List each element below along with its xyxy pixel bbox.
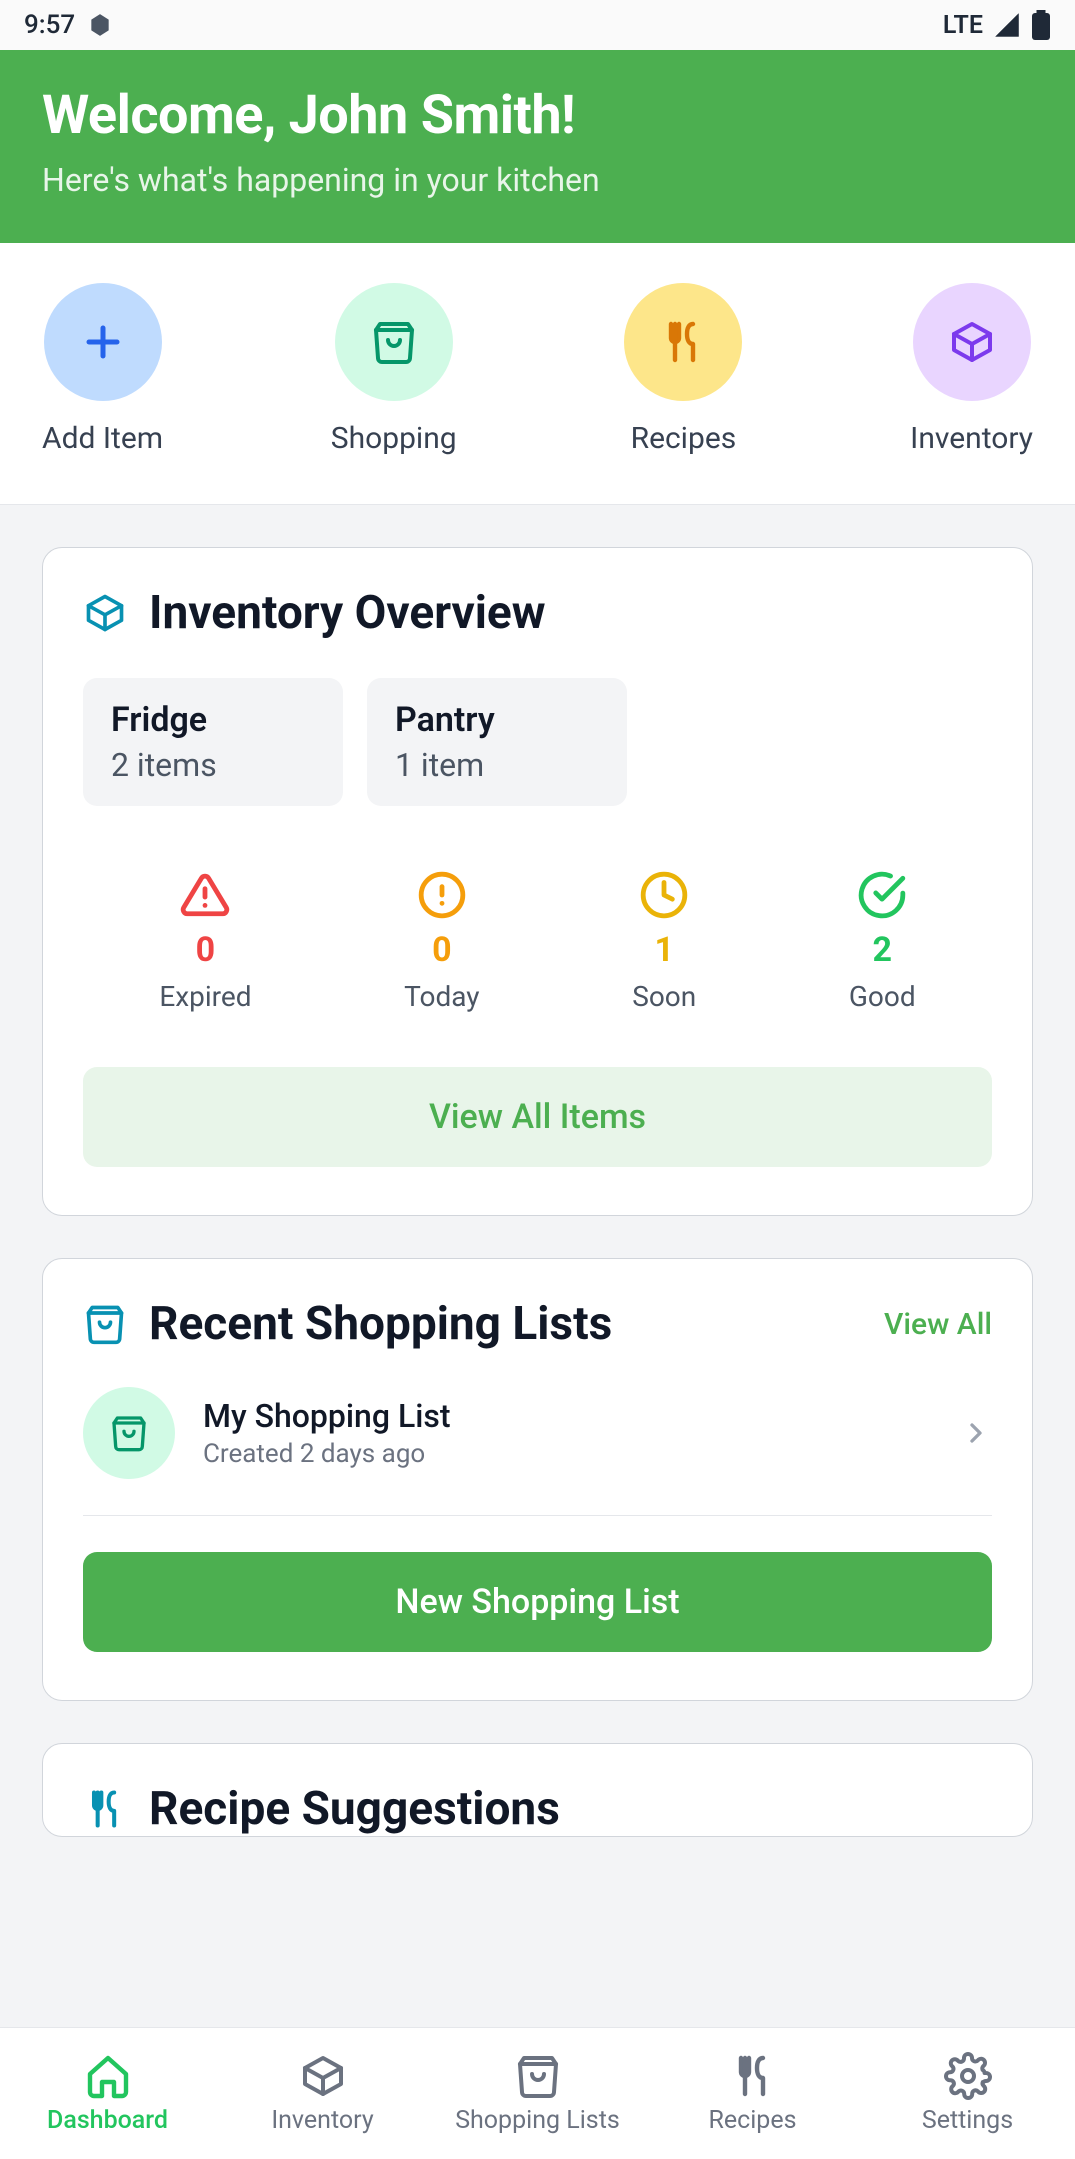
welcome-title: Welcome, John Smith! [42, 84, 1033, 147]
stat-value: 0 [432, 930, 452, 970]
dashboard-header: Welcome, John Smith! Here's what's happe… [0, 50, 1075, 243]
plus-icon [44, 283, 162, 401]
quick-action-label: Shopping [331, 421, 457, 456]
tab-label: Shopping Lists [455, 2106, 620, 2135]
battery-icon [1031, 10, 1051, 40]
tab-inventory[interactable]: Inventory [215, 2028, 430, 2159]
box-icon [913, 283, 1031, 401]
check-circle-icon [857, 870, 907, 920]
main-content: Inventory Overview Fridge 2 items Pantry… [0, 505, 1075, 1879]
tab-label: Inventory [271, 2106, 373, 2135]
location-name: Fridge [111, 700, 315, 740]
tab-label: Dashboard [47, 2106, 168, 2135]
quick-action-label: Add Item [42, 421, 163, 456]
alert-circle-icon [417, 870, 467, 920]
card-title: Recent Shopping Lists [149, 1297, 612, 1351]
location-name: Pantry [395, 700, 599, 740]
alert-triangle-icon [180, 870, 230, 920]
welcome-subtitle: Here's what's happening in your kitchen [42, 161, 1033, 199]
bottom-nav: Dashboard Inventory Shopping Lists Recip… [0, 2027, 1075, 2159]
box-icon [299, 2052, 347, 2100]
quick-action-shopping[interactable]: Shopping [331, 283, 457, 456]
stat-today: 0 Today [404, 870, 479, 1013]
recipe-suggestions-card: Recipe Suggestions [42, 1743, 1033, 1837]
quick-action-add-item[interactable]: Add Item [42, 283, 163, 456]
home-icon [84, 2052, 132, 2100]
tab-dashboard[interactable]: Dashboard [0, 2028, 215, 2159]
list-subtitle: Created 2 days ago [203, 1439, 932, 1469]
gear-icon [944, 2052, 992, 2100]
box-icon [83, 591, 127, 635]
view-all-items-button[interactable]: View All Items [83, 1067, 992, 1167]
stat-value: 2 [873, 930, 893, 970]
stat-soon: 1 Soon [632, 870, 696, 1013]
quick-action-label: Inventory [910, 421, 1033, 456]
location-pantry[interactable]: Pantry 1 item [367, 678, 627, 806]
card-title: Recipe Suggestions [149, 1782, 560, 1836]
location-count: 2 items [111, 746, 315, 784]
stat-expired: 0 Expired [159, 870, 251, 1013]
quick-actions-row: Add Item Shopping Recipes Inventory [0, 243, 1075, 505]
view-all-link[interactable]: View All [884, 1307, 992, 1342]
quick-action-recipes[interactable]: Recipes [624, 283, 742, 456]
shopping-bag-icon [83, 1387, 175, 1479]
stat-value: 1 [654, 930, 674, 970]
stat-label: Soon [632, 980, 696, 1013]
location-count: 1 item [395, 746, 599, 784]
tab-settings[interactable]: Settings [860, 2028, 1075, 2159]
status-dot-icon [87, 12, 113, 38]
card-title: Inventory Overview [149, 586, 546, 640]
chevron-right-icon [960, 1417, 992, 1449]
utensils-icon [83, 1787, 127, 1831]
shopping-bag-icon [335, 283, 453, 401]
status-network: LTE [943, 11, 983, 40]
status-time: 9:57 [24, 10, 75, 40]
stat-value: 0 [196, 930, 216, 970]
signal-icon [993, 11, 1021, 39]
stat-label: Expired [159, 980, 251, 1013]
status-bar: 9:57 LTE [0, 0, 1075, 50]
stat-label: Today [404, 980, 479, 1013]
tab-label: Settings [922, 2106, 1013, 2135]
new-shopping-list-button[interactable]: New Shopping List [83, 1552, 992, 1652]
quick-action-label: Recipes [631, 421, 737, 456]
tab-shopping-lists[interactable]: Shopping Lists [430, 2028, 645, 2159]
location-fridge[interactable]: Fridge 2 items [83, 678, 343, 806]
list-name: My Shopping List [203, 1397, 932, 1435]
utensils-icon [729, 2052, 777, 2100]
quick-action-inventory[interactable]: Inventory [910, 283, 1033, 456]
inventory-overview-card: Inventory Overview Fridge 2 items Pantry… [42, 547, 1033, 1216]
tab-label: Recipes [708, 2106, 796, 2135]
clock-icon [639, 870, 689, 920]
shopping-bag-icon [83, 1302, 127, 1346]
stat-good: 2 Good [849, 870, 916, 1013]
tab-recipes[interactable]: Recipes [645, 2028, 860, 2159]
shopping-list-item[interactable]: My Shopping List Created 2 days ago [83, 1387, 992, 1516]
utensils-icon [624, 283, 742, 401]
shopping-lists-card: Recent Shopping Lists View All My Shoppi… [42, 1258, 1033, 1701]
shopping-bag-icon [514, 2052, 562, 2100]
stat-label: Good [849, 980, 916, 1013]
